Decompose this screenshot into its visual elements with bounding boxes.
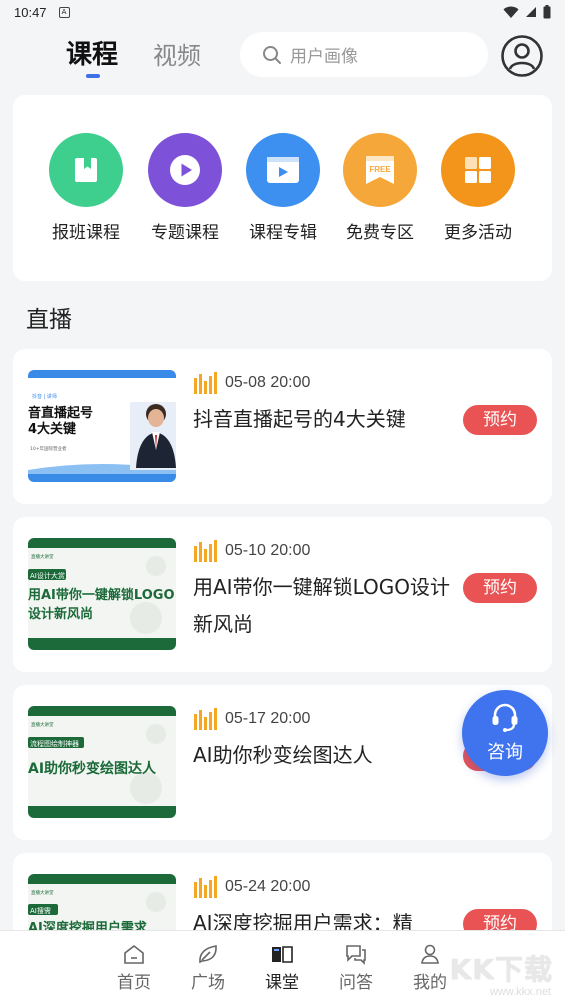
battery-icon [543, 5, 551, 19]
nav-label: 首页 [117, 973, 151, 993]
consult-label: 咨询 [487, 742, 523, 763]
svg-text:音直播起号: 音直播起号 [28, 405, 93, 421]
live-time: 05-17 20:00 [225, 710, 311, 727]
nav-home[interactable]: 首页 [104, 943, 164, 993]
reserve-button[interactable]: 预约 [463, 573, 537, 603]
svg-text:抖音 | 讲师: 抖音 | 讲师 [32, 393, 57, 400]
nav-classroom[interactable]: 课堂 [252, 943, 312, 993]
category-icon-bg: FREE [343, 133, 417, 207]
live-time-row: 05-17 20:00 [193, 708, 310, 730]
search-bar[interactable]: 用户画像 [240, 32, 488, 77]
thumbnail-image: 直播大讲堂 流程图绘制神器 AI助你秒变绘图达人 [28, 706, 176, 818]
tab-course[interactable]: 课程 [66, 34, 118, 71]
live-thumbnail: 直播大讲堂 AI设计大赏 用AI带你一键解锁LOGO 设计新风尚 [28, 538, 176, 650]
app-notification-icon: A [58, 6, 70, 18]
category-label: 报班课程 [52, 223, 120, 243]
live-title: AI助你秒变绘图达人 [193, 743, 373, 767]
thumbnail-image: 抖音 | 讲师 音直播起号 4大关键 10+年国际营业者 [28, 370, 176, 482]
live-time: 05-24 20:00 [225, 878, 311, 895]
person-icon [421, 944, 439, 964]
home-icon [124, 944, 144, 964]
cellular-icon [526, 7, 536, 17]
category-icon-bg [49, 133, 123, 207]
live-time-row: 05-08 20:00 [193, 372, 310, 394]
consult-fab[interactable]: 咨询 [462, 690, 548, 776]
svg-text:AI助你秒变绘图达人: AI助你秒变绘图达人 [28, 760, 157, 777]
chat-bubbles-icon [346, 945, 366, 965]
watermark-text: KK下载 [449, 953, 553, 986]
category-label: 课程专辑 [249, 223, 317, 243]
nav-qa[interactable]: 问答 [326, 943, 386, 993]
category-course-album[interactable]: 课程专辑 [238, 133, 328, 243]
search-icon [263, 45, 281, 64]
wifi-icon [503, 6, 519, 18]
top-header: 课程 视频 用户画像 [0, 24, 565, 88]
category-class-course[interactable]: 报班课程 [41, 133, 131, 243]
svg-text:用AI带你一键解锁LOGO: 用AI带你一键解锁LOGO [28, 587, 175, 603]
svg-text:10+年国际营业者: 10+年国际营业者 [30, 445, 67, 452]
section-title-live: 直播 [26, 307, 72, 333]
watermark-url: www.kkx.net [489, 986, 551, 998]
video-player-icon [267, 157, 299, 183]
nav-label: 广场 [191, 973, 225, 993]
user-avatar-icon[interactable] [500, 34, 544, 78]
category-card: 报班课程 专题课程 课程专辑 FREE 免费专区 更多活动 [13, 95, 552, 281]
live-time: 05-10 20:00 [225, 542, 311, 559]
live-bars-icon [194, 708, 217, 730]
category-icon-bg [441, 133, 515, 207]
grid-tiles-icon [465, 157, 491, 183]
live-bars-icon [194, 876, 217, 898]
svg-text:4大关键: 4大关键 [28, 421, 76, 437]
nav-square[interactable]: 广场 [178, 943, 238, 993]
live-title: 用AI带你一键解锁LOGO设计新风尚 [193, 575, 450, 636]
live-item[interactable]: 抖音 | 讲师 音直播起号 4大关键 10+年国际营业者 05-08 20:00… [13, 349, 552, 504]
category-more-activities[interactable]: 更多活动 [433, 133, 523, 243]
free-banner-icon: FREE [366, 156, 394, 184]
tab-video[interactable]: 视频 [153, 36, 201, 71]
live-thumbnail: 抖音 | 讲师 音直播起号 4大关键 10+年国际营业者 [28, 370, 176, 482]
live-thumbnail: 直播大讲堂 流程图绘制神器 AI助你秒变绘图达人 [28, 706, 176, 818]
reserve-button[interactable]: 预约 [463, 405, 537, 435]
live-time-row: 05-24 20:00 [193, 876, 310, 898]
status-time: 10:47 [14, 4, 47, 20]
category-free-zone[interactable]: FREE 免费专区 [335, 133, 425, 243]
search-placeholder: 用户画像 [290, 47, 358, 67]
svg-text:直播大讲堂: 直播大讲堂 [31, 553, 54, 560]
live-bars-icon [194, 540, 217, 562]
category-icon-bg [148, 133, 222, 207]
svg-text:流程图绘制神器: 流程图绘制神器 [30, 739, 79, 748]
category-icon-bg [246, 133, 320, 207]
active-tab-indicator [86, 74, 100, 78]
headset-icon [492, 703, 518, 732]
category-topic-course[interactable]: 专题课程 [140, 133, 230, 243]
svg-text:直播大讲堂: 直播大讲堂 [31, 889, 54, 896]
svg-text:AI设计大赏: AI设计大赏 [30, 571, 65, 580]
svg-text:直播大讲堂: 直播大讲堂 [31, 721, 54, 728]
watermark: KK下载 www.kkx.net [440, 948, 565, 1004]
category-label: 免费专区 [346, 223, 414, 243]
svg-text:AI搜需: AI搜需 [30, 906, 51, 915]
category-label: 专题课程 [151, 223, 219, 243]
play-circle-icon [170, 155, 200, 185]
status-bar: 10:47 A [0, 0, 565, 24]
leaf-icon [199, 945, 217, 964]
free-badge-text: FREE [369, 165, 391, 174]
nav-label: 问答 [339, 973, 373, 993]
bookmark-book-icon [75, 158, 97, 182]
thumbnail-image: 直播大讲堂 AI设计大赏 用AI带你一键解锁LOGO 设计新风尚 [28, 538, 176, 650]
status-icons [503, 5, 551, 19]
category-label: 更多活动 [444, 223, 512, 243]
nav-label: 课堂 [265, 973, 299, 993]
open-book-icon [272, 946, 293, 963]
live-item[interactable]: 直播大讲堂 AI设计大赏 用AI带你一键解锁LOGO 设计新风尚 05-10 2… [13, 517, 552, 672]
svg-text:设计新风尚: 设计新风尚 [28, 606, 93, 622]
live-time-row: 05-10 20:00 [193, 540, 310, 562]
live-bars-icon [194, 372, 217, 394]
live-time: 05-08 20:00 [225, 374, 311, 391]
live-title: 抖音直播起号的4大关键 [193, 407, 406, 431]
